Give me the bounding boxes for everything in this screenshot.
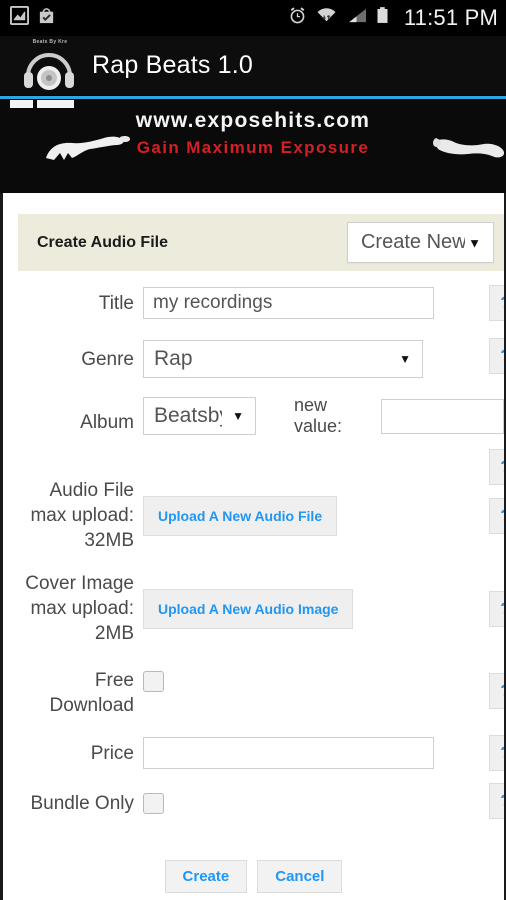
price-label: Price xyxy=(90,742,134,764)
cover-image-label-line3: 2MB xyxy=(94,623,134,644)
free-download-label-line1: Free xyxy=(94,670,134,691)
audio-file-label-line3: 32MB xyxy=(84,530,134,551)
form-row-free-download: Free Download ? xyxy=(3,668,504,718)
form-row-audio-file: Audio File max upload: 32MB Upload A New… xyxy=(3,478,504,553)
upload-audio-file-button[interactable]: Upload A New Audio File xyxy=(143,495,338,536)
app-logo: Beats By Kre xyxy=(18,38,80,94)
album-select-value: Beatsby xyxy=(154,404,222,427)
page-title: Create Audio File xyxy=(37,233,168,251)
wifi-icon xyxy=(316,6,337,30)
logo-subtitle: Beats By Kre xyxy=(32,38,68,45)
headphones-icon xyxy=(24,52,74,90)
cover-image-label-line2: max upload: xyxy=(30,598,134,619)
help-button[interactable]: ? xyxy=(489,498,504,534)
upload-cover-image-button[interactable]: Upload A New Audio Image xyxy=(143,588,354,629)
help-button[interactable]: ? xyxy=(489,591,504,627)
form-row-bundle-only: Bundle Only ? xyxy=(3,783,504,819)
help-cover-image[interactable]: ? xyxy=(489,591,504,627)
bundle-only-checkbox[interactable] xyxy=(143,793,164,814)
app-action-bar: Beats By Kre Rap Beats 1.0 xyxy=(0,36,506,96)
battery-icon xyxy=(376,6,389,30)
form-actions: Create Cancel xyxy=(3,860,504,893)
create-button[interactable]: Create xyxy=(164,860,248,893)
cheetah-silhouette-left-icon xyxy=(46,135,130,160)
bundle-only-label: Bundle Only xyxy=(30,793,134,814)
help-audio-file[interactable]: ? xyxy=(489,498,504,534)
banner-chip xyxy=(37,100,74,108)
title-input[interactable]: my recordings xyxy=(143,287,434,319)
genre-select[interactable]: Rap ▼ xyxy=(143,340,423,378)
form-row-title: Title my recordings ? xyxy=(3,285,504,321)
chevron-down-icon: ▼ xyxy=(399,352,411,366)
site-banner[interactable]: www.exposehits.com Gain Maximum Exposure xyxy=(0,96,506,193)
help-price[interactable]: ? xyxy=(489,735,504,771)
audio-file-label: Audio File max upload: 32MB xyxy=(3,478,143,553)
album-new-value-input[interactable] xyxy=(381,398,504,434)
cover-image-label: Cover Image max upload: 2MB xyxy=(3,571,143,646)
audio-file-form: Title my recordings ? Genre Rap ▼ ? xyxy=(3,285,504,893)
form-row-genre: Genre Rap ▼ ? xyxy=(3,338,504,378)
mode-select-value: Create New xyxy=(360,231,465,253)
form-row-cover-image: Cover Image max upload: 2MB Upload A New… xyxy=(3,571,504,646)
help-free-download[interactable]: ? xyxy=(489,673,504,709)
audio-file-label-line1: Audio File xyxy=(49,480,135,501)
free-download-label-line2: Download xyxy=(49,695,135,716)
checkbox-box[interactable] xyxy=(143,671,164,692)
album-new-value-label: new value: xyxy=(294,395,343,436)
android-status-bar: 11:51 PM xyxy=(0,0,506,36)
panel-header: Create Audio File Create New ▼ xyxy=(18,214,504,271)
title-label: Title xyxy=(98,292,134,314)
checkbox-box[interactable] xyxy=(143,793,164,814)
chevron-down-icon: ▼ xyxy=(468,235,481,250)
cell-signal-icon xyxy=(346,6,367,30)
help-bundle-only[interactable]: ? xyxy=(489,783,504,819)
cheetah-silhouette-right-icon xyxy=(433,138,505,158)
album-label: Album xyxy=(80,412,134,433)
chevron-down-icon: ▼ xyxy=(232,409,244,423)
genre-label: Genre xyxy=(81,348,134,370)
genre-select-value: Rap xyxy=(154,347,193,370)
banner-loading-chips xyxy=(10,100,74,108)
form-row-price: Price ? xyxy=(3,735,504,771)
webview-content[interactable]: Create Audio File Create New ▼ Title my … xyxy=(0,193,506,900)
form-row-album: Album Beatsby ▼ new value: xyxy=(3,395,504,437)
screenshot-icon xyxy=(10,6,29,30)
alarm-icon xyxy=(288,6,307,30)
audio-file-label-line2: max upload: xyxy=(30,505,134,526)
help-title[interactable]: ? xyxy=(489,285,504,321)
album-select[interactable]: Beatsby ▼ xyxy=(143,397,256,435)
status-bar-clock: 11:51 PM xyxy=(403,5,498,30)
help-button[interactable]: ? xyxy=(489,673,504,709)
help-genre[interactable]: ? xyxy=(489,338,504,374)
status-bar-right-icons: 11:51 PM xyxy=(288,5,498,31)
free-download-label: Free Download xyxy=(3,668,143,718)
mode-select[interactable]: Create New ▼ xyxy=(346,222,494,263)
banner-chip xyxy=(10,100,33,108)
cover-image-label-line1: Cover Image xyxy=(25,573,134,594)
app-title: Rap Beats 1.0 xyxy=(92,51,254,79)
help-button[interactable]: ? xyxy=(489,735,504,771)
help-button[interactable]: ? xyxy=(489,338,504,374)
help-button[interactable]: ? xyxy=(489,783,504,819)
banner-url-text: www.exposehits.com xyxy=(135,109,371,132)
form-page: Create Audio File Create New ▼ Title my … xyxy=(3,214,504,893)
app-screen: 11:51 PM Beats By Kre Rap Beats 1.0 www.… xyxy=(0,0,506,900)
status-bar-left-icons xyxy=(10,6,56,30)
cancel-button[interactable]: Cancel xyxy=(257,860,343,893)
help-button[interactable]: ? xyxy=(489,285,504,321)
free-download-checkbox[interactable] xyxy=(143,671,164,692)
play-store-bag-icon xyxy=(37,6,56,30)
price-input[interactable] xyxy=(143,737,434,769)
banner-accent-rule xyxy=(0,96,506,99)
